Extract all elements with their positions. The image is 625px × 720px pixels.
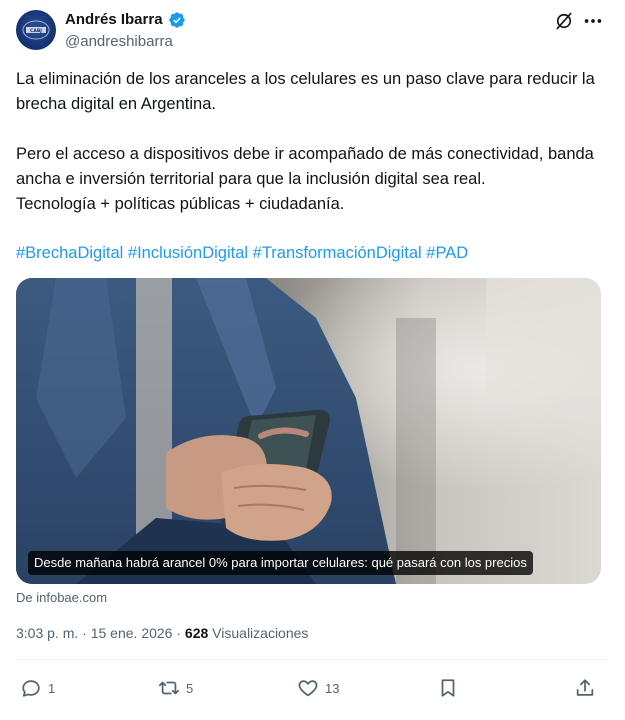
svg-text:CABJ: CABJ (30, 28, 42, 34)
heart-icon (298, 680, 318, 697)
tweet-paragraph: La eliminación de los aranceles a los ce… (16, 70, 595, 113)
share-icon (576, 679, 594, 696)
hashtag-link[interactable]: #TransformaciónDigital (253, 244, 422, 262)
hashtag-list: #BrechaDigital #InclusiónDigital #Transf… (16, 241, 468, 266)
avatar[interactable]: CABJ (16, 10, 56, 50)
tweet-paragraph: Pero el acceso a dispositivos debe ir ac… (16, 145, 594, 188)
like-button[interactable]: 13 (297, 676, 339, 700)
card-photo (16, 278, 601, 584)
link-card-image[interactable] (16, 278, 601, 584)
meta-separator: · (82, 625, 87, 641)
tweet-date[interactable]: 15 ene. 2026 (91, 625, 173, 641)
tweet-paragraph: Tecnología + políticas públicas + ciudad… (16, 195, 345, 213)
repost-count: 5 (186, 680, 194, 696)
hashtag-link[interactable]: #InclusiónDigital (128, 244, 248, 262)
grok-icon[interactable] (554, 11, 574, 31)
bookmark-button[interactable] (437, 676, 459, 700)
repost-icon (158, 681, 180, 695)
repost-button[interactable]: 5 (158, 676, 193, 700)
card-caption[interactable]: Desde mañana habrá arancel 0% para impor… (28, 551, 533, 575)
like-count: 13 (325, 680, 340, 696)
share-button[interactable] (574, 676, 596, 700)
reply-icon (22, 680, 40, 697)
card-source[interactable]: De infobae.com (16, 590, 107, 605)
more-dots-icon[interactable] (582, 11, 604, 31)
meta-separator: · (176, 625, 182, 641)
tweet: CABJ Andrés Ibarra @andreshibarra La eli… (0, 0, 625, 720)
reply-count: 1 (48, 680, 56, 696)
tweet-meta: 3:03 p. m. · 15 ene. 2026 · 628 Visualiz… (16, 625, 308, 641)
divider (16, 659, 609, 660)
tweet-time[interactable]: 3:03 p. m. (16, 625, 78, 641)
reply-button[interactable]: 1 (20, 676, 55, 700)
author-name[interactable]: Andrés Ibarra (65, 11, 163, 28)
views-label: Visualizaciones (212, 625, 309, 641)
bookmark-icon (441, 679, 455, 697)
verified-badge-icon (169, 12, 185, 28)
author-handle[interactable]: @andreshibarra (65, 33, 173, 50)
hashtag-link[interactable]: #BrechaDigital (16, 244, 123, 262)
tweet-text: La eliminación de los aranceles a los ce… (16, 67, 611, 217)
hashtag-link[interactable]: #PAD (426, 244, 468, 262)
views-count: 628 (184, 625, 209, 641)
